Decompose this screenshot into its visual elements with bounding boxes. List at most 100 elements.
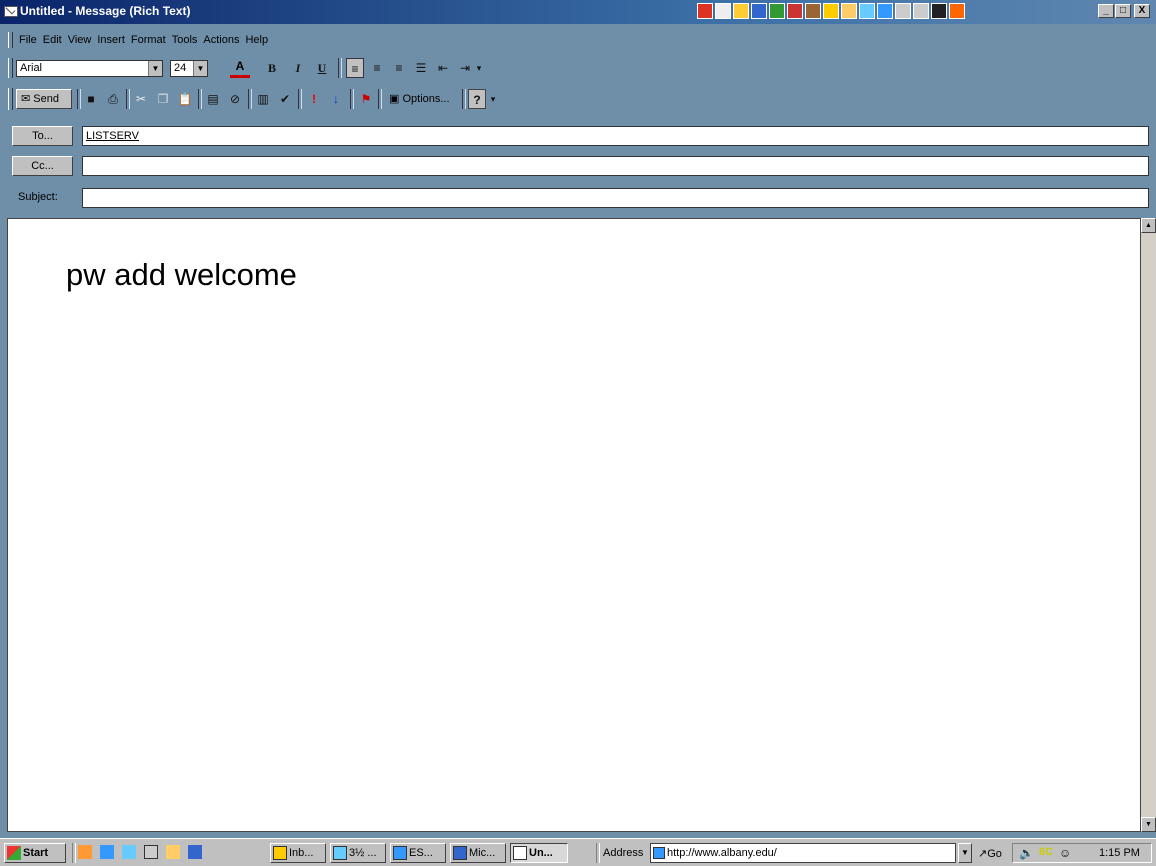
powerpoint-icon[interactable] [787,3,803,19]
cc-field[interactable] [82,156,1149,176]
vertical-scrollbar[interactable]: ▲ ▼ [1141,218,1156,832]
save-icon[interactable]: ■ [82,89,100,109]
dos-icon[interactable] [931,3,947,19]
go-button[interactable]: ↗Go [978,847,1002,860]
cc-button[interactable]: Cc... [12,156,73,176]
italic-button[interactable]: I [290,58,306,78]
message-body[interactable]: pw add welcome [7,218,1141,832]
low-importance-icon[interactable]: ↓ [328,89,344,109]
network-icon[interactable]: 6C [1039,846,1053,858]
menu-item-help[interactable]: Help [242,30,271,50]
toolbar-more-icon[interactable]: ▾ [488,89,498,109]
menu-item-file[interactable]: File [16,30,40,50]
paint-icon[interactable] [949,3,965,19]
menu-bar: File Edit View Insert Format Tools Actions Help [0,30,1156,50]
address-input[interactable]: http://www.albany.edu/ [650,843,956,863]
font-select[interactable]: Arial ▼ [16,60,163,77]
taskbar: Start Inb... 3½ ... ES... Mic... Un... A… [0,838,1156,866]
desktop-icon[interactable] [122,845,136,859]
outlook-icon[interactable] [144,845,158,859]
aim-icon[interactable] [78,845,92,859]
standard-toolbar: ✉ Send ■ ⎙ ✂ ❐ 📋 ▤ ⊘ ▥ ✔ ! ↓ ⚑ ▣ Options… [0,85,1156,113]
toolbar-more-icon[interactable]: ▾ [474,58,484,78]
bold-button[interactable]: B [264,58,280,78]
office-icon[interactable] [697,3,713,19]
word-icon[interactable] [751,3,767,19]
start-button[interactable]: Start [4,843,66,863]
paste-icon[interactable]: 📋 [176,89,194,109]
tool-icon[interactable] [166,845,180,859]
cut-icon[interactable]: ✂ [132,89,150,109]
image-icon[interactable] [895,3,911,19]
align-right-icon[interactable]: ≡ [390,58,408,78]
ie-icon[interactable] [877,3,893,19]
copy-icon[interactable]: ❐ [154,89,172,109]
binder-icon[interactable] [913,3,929,19]
subject-field[interactable] [82,188,1149,208]
menu-item-tools[interactable]: Tools [169,30,201,50]
scroll-up-icon[interactable]: ▲ [1141,218,1156,233]
task-message[interactable]: Un... [510,843,568,863]
menu-item-actions[interactable]: Actions [200,30,242,50]
message-body-text[interactable]: pw add welcome [66,257,297,293]
go-arrow-icon: ↗ [978,848,988,860]
decrease-indent-icon[interactable]: ⇤ [434,58,452,78]
attachment-icon[interactable]: ⊘ [226,89,244,109]
find-icon[interactable] [859,3,875,19]
document-icon[interactable] [715,3,731,19]
bullets-icon[interactable]: ☰ [412,58,430,78]
close-button[interactable]: X [1134,4,1150,18]
formatting-toolbar: Arial ▼ 24 ▼ A B I U ≡ ≡ ≡ ☰ ⇤ ⇥ ▾ [0,55,1156,81]
envelope-icon [513,846,527,861]
check-names-icon[interactable]: ✔ [276,89,294,109]
scroll-down-icon[interactable]: ▼ [1141,817,1156,832]
underline-button[interactable]: U [314,58,330,78]
menu-item-edit[interactable]: Edit [40,30,65,50]
minimize-button[interactable]: _ [1098,4,1114,18]
folder-icon[interactable] [733,3,749,19]
task-es[interactable]: ES... [390,843,446,863]
office-shortcut-bar [697,3,965,20]
task-floppy[interactable]: 3½ ... [330,843,386,863]
options-button[interactable]: ▣ Options... [384,89,458,109]
chevron-down-icon[interactable]: ▼ [148,61,162,76]
chevron-down-icon[interactable]: ▼ [193,61,207,76]
to-field[interactable]: LISTSERV [82,126,1149,146]
align-left-icon[interactable]: ≡ [346,58,364,78]
menu-item-view[interactable]: View [65,30,95,50]
window-title: Untitled - Message (Rich Text) [20,4,191,18]
flag-icon[interactable]: ⚑ [358,89,374,109]
title-bar: Untitled - Message (Rich Text) _ □ X [0,0,1156,24]
increase-indent-icon[interactable]: ⇥ [456,58,474,78]
ie-page-icon [653,847,665,860]
outlook-icon [273,846,287,861]
send-button[interactable]: ✉ Send [16,89,72,109]
ie-icon[interactable] [100,845,114,859]
align-center-icon[interactable]: ≡ [368,58,386,78]
volume-icon[interactable]: 🔈 [1019,846,1034,860]
menu-item-format[interactable]: Format [128,30,169,50]
key-icon[interactable] [841,3,857,19]
help-icon[interactable]: ? [468,89,486,109]
envelope-icon [4,6,18,17]
font-size-select[interactable]: 24 ▼ [170,60,208,77]
notebook-icon[interactable] [188,845,202,859]
insert-file-icon[interactable]: ▤ [204,89,222,109]
maximize-button[interactable]: □ [1115,4,1131,18]
address-book-icon[interactable]: ▥ [254,89,272,109]
options-icon: ▣ [389,93,400,105]
access-icon[interactable] [805,3,821,19]
chevron-down-icon[interactable]: ▼ [958,843,972,863]
send-icon: ✉ [21,93,31,105]
high-importance-icon[interactable]: ! [306,89,322,109]
print-icon[interactable]: ⎙ [104,89,122,109]
menu-item-insert[interactable]: Insert [94,30,128,50]
to-button[interactable]: To... [12,126,73,146]
aim-tray-icon[interactable]: ☺ [1059,846,1071,860]
excel-icon[interactable] [769,3,785,19]
task-word[interactable]: Mic... [450,843,506,863]
task-inbox[interactable]: Inb... [270,843,326,863]
outlook-icon[interactable] [823,3,839,19]
address-label: Address [603,847,644,859]
font-color-button[interactable]: A [230,58,250,78]
